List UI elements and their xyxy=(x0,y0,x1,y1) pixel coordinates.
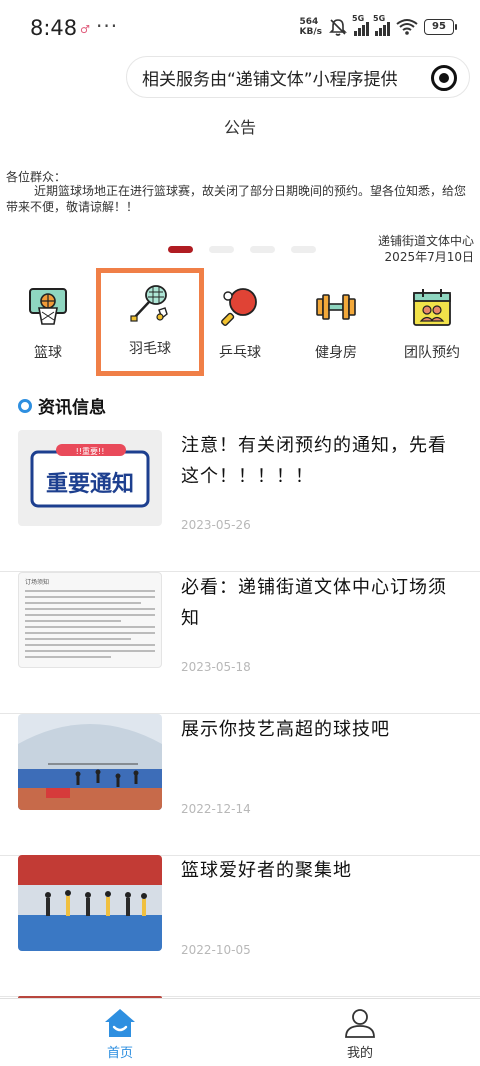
news-thumbnail: 订场须知 xyxy=(18,572,162,668)
user-icon xyxy=(345,1009,375,1038)
mute-icon xyxy=(329,19,347,36)
category-ping-pong[interactable]: 乒乓球 xyxy=(192,272,288,372)
category-label: 羽毛球 xyxy=(129,341,171,357)
more-notifications-icon: ··· xyxy=(96,14,119,38)
section-marker-icon xyxy=(18,398,32,413)
news-thumbnail xyxy=(18,855,162,951)
signal-icon: 5G xyxy=(352,14,369,36)
news-date: 2022-12-14 xyxy=(181,802,251,816)
team-calendar-icon xyxy=(413,289,451,326)
tab-home-label: 首页 xyxy=(106,1046,133,1061)
carousel-dot[interactable] xyxy=(209,246,234,253)
tab-home[interactable]: 首页 xyxy=(0,999,240,1066)
category-team-booking[interactable]: 团队预约 xyxy=(384,272,480,372)
news-date: 2022-10-05 xyxy=(181,943,251,957)
news-thumbnail: !!重要!! 重要通知 xyxy=(18,430,162,526)
carousel-dot[interactable] xyxy=(250,246,275,253)
category-label: 篮球 xyxy=(34,345,62,361)
basketball-hoop-icon xyxy=(29,288,67,325)
category-badminton[interactable]: 羽毛球 xyxy=(96,268,204,376)
news-title: 篮球爱好者的聚集地 xyxy=(181,860,352,881)
category-label: 团队预约 xyxy=(404,345,460,361)
category-grid: 篮球 羽毛球 乒乓球 健身房 团队预约 xyxy=(0,268,480,376)
status-bar: 8:48 ♂ ··· 564 KB/s 5G 5G 95 xyxy=(0,0,480,58)
ping-pong-icon xyxy=(221,288,257,326)
notification-icon: ♂ xyxy=(80,23,90,36)
tab-mine[interactable]: 我的 xyxy=(240,999,480,1066)
notice-body: 近期篮球场地正在进行篮球赛，故关闭了部分日期晚间的预约。望各位知悉，给您带来不便… xyxy=(6,184,467,214)
news-title: 注意！有关闭预约的通知，先看这个！！！！！ xyxy=(181,435,447,487)
news-section-title: 资讯信息 xyxy=(38,398,106,418)
news-title: 展示你技艺高超的球技吧 xyxy=(181,719,390,740)
tab-mine-label: 我的 xyxy=(346,1046,373,1061)
service-provider-text: 相关服务由“递铺文体”小程序提供 xyxy=(142,69,398,90)
badminton-icon xyxy=(130,285,168,322)
notice-title: 公告 xyxy=(223,118,256,137)
category-basketball[interactable]: 篮球 xyxy=(0,272,96,372)
news-item[interactable]: 篮球爱好者的聚集地 2022-10-05 xyxy=(0,855,480,997)
dumbbell-icon xyxy=(316,294,356,320)
carousel-indicator xyxy=(168,246,316,253)
news-title: 必看：递铺街道文体中心订场须知 xyxy=(181,577,447,629)
news-item[interactable]: 订场须知 必看：递铺街道文体中心订场须知 2023-05-18 xyxy=(0,572,480,714)
notice-date: 2025年7月10日 xyxy=(384,250,474,264)
news-thumbnail xyxy=(18,714,162,810)
close-miniprogram-icon[interactable] xyxy=(431,65,457,91)
notice-organization: 递铺街道文体中心 xyxy=(377,234,474,248)
news-date: 2023-05-26 xyxy=(181,518,251,532)
thumbnail-text: 重要通知 xyxy=(46,471,134,497)
news-date: 2023-05-18 xyxy=(181,660,251,674)
news-section-header: 资讯信息 xyxy=(18,393,106,418)
thumbnail-text: 订场须知 xyxy=(25,579,50,586)
bottom-tab-bar: 首页 我的 xyxy=(0,998,480,1066)
category-label: 乒乓球 xyxy=(219,345,261,361)
status-time: 8:48 xyxy=(30,16,78,40)
battery-icon: 95 xyxy=(424,19,457,35)
news-item[interactable]: 展示你技艺高超的球技吧 2022-12-14 xyxy=(0,714,480,856)
carousel-dot[interactable] xyxy=(291,246,316,253)
news-item[interactable]: !!重要!! 重要通知 注意！有关闭预约的通知，先看这个！！！！！ 2023-0… xyxy=(0,430,480,572)
wifi-icon xyxy=(396,19,418,35)
carousel-dot[interactable] xyxy=(168,246,193,253)
home-icon xyxy=(105,1009,135,1037)
category-gym[interactable]: 健身房 xyxy=(288,272,384,372)
svg-text:!!重要!!: !!重要!! xyxy=(76,446,105,456)
category-label: 健身房 xyxy=(315,345,357,361)
signal-icon-2: 5G xyxy=(373,14,390,36)
service-provider-capsule[interactable]: 相关服务由“递铺文体”小程序提供 xyxy=(126,56,470,98)
network-speed: 564 KB/s xyxy=(299,17,322,37)
